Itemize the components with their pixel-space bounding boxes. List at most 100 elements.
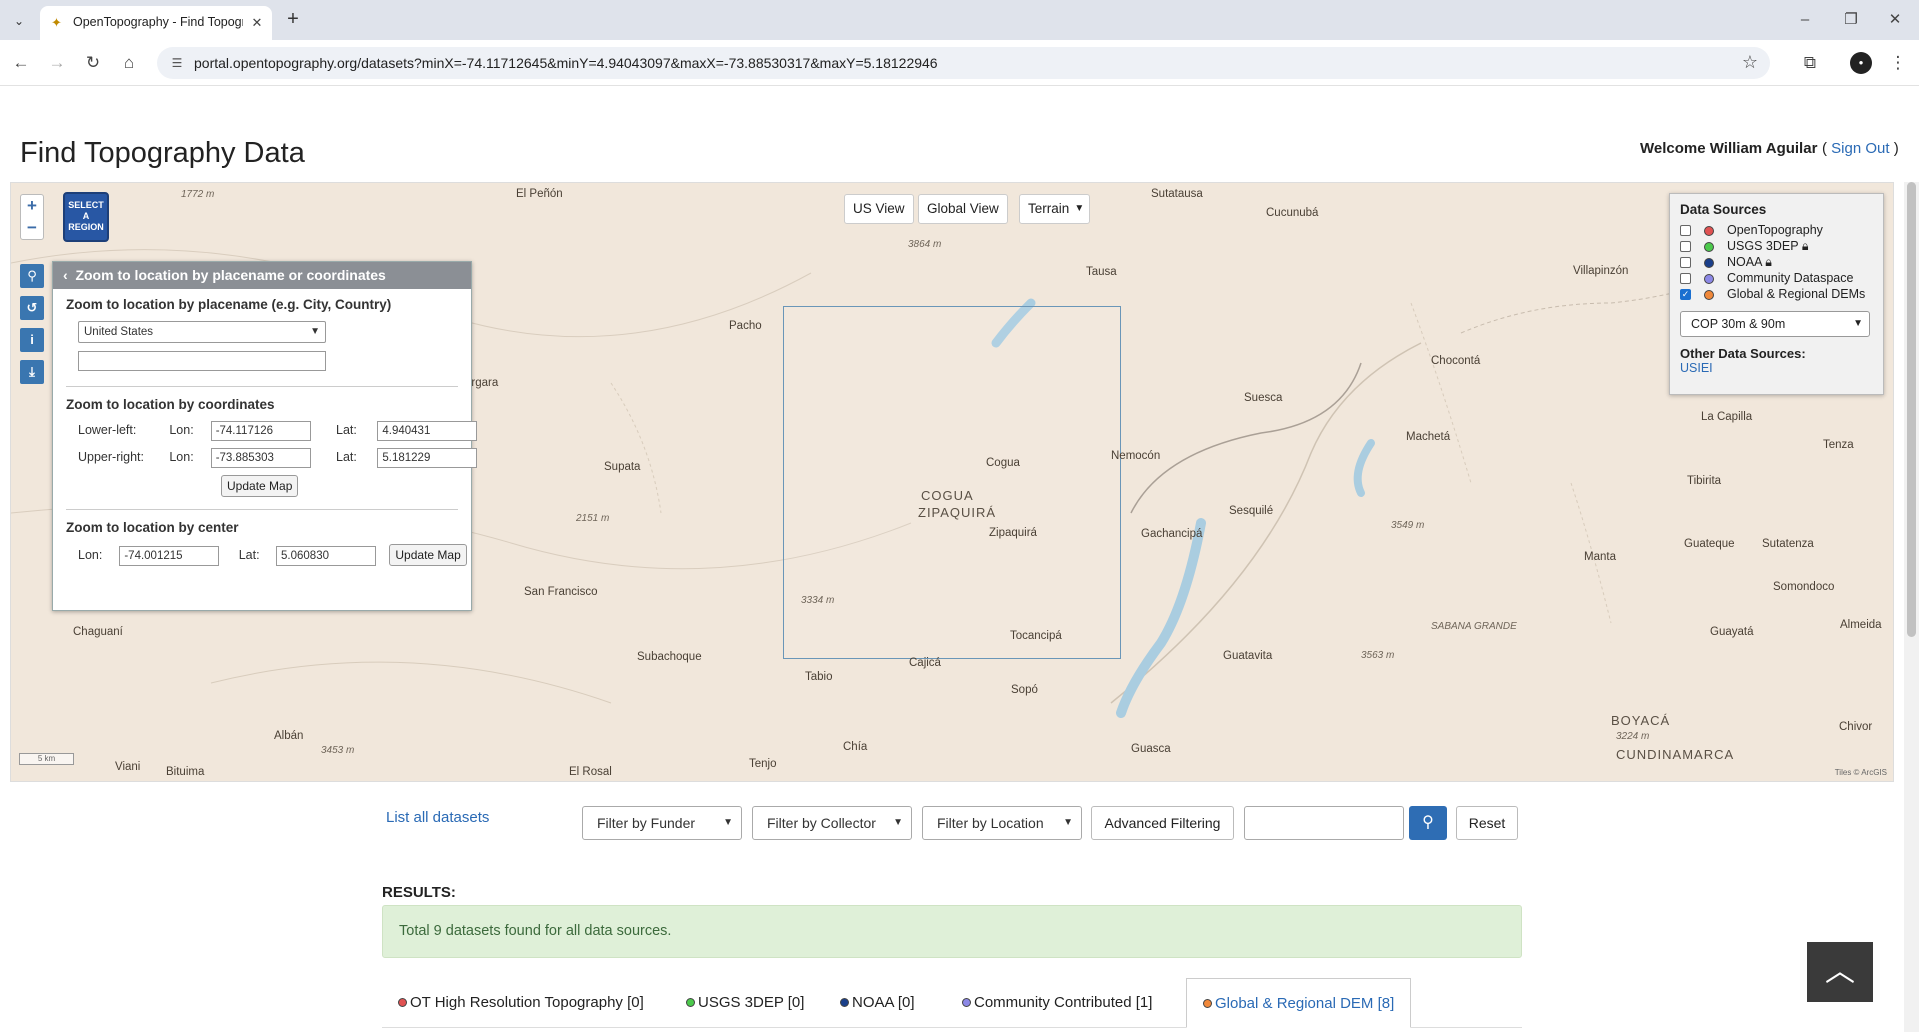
download-icon[interactable]: ⤓ — [20, 360, 44, 384]
data-source-community[interactable]: Community Dataspace — [1680, 271, 1873, 287]
extensions-icon[interactable]: ⧉ — [1799, 52, 1821, 74]
map-label: Cajicá — [909, 657, 941, 669]
data-source-label: USGS 3DEP 🔒︎ — [1727, 239, 1808, 254]
minimize-icon[interactable]: – — [1790, 8, 1820, 32]
location-pin-icon[interactable]: ⚲ — [20, 264, 44, 288]
usiei-link[interactable]: USIEI — [1680, 361, 1873, 375]
filter-by-collector-select[interactable]: Filter by Collector ▼ — [752, 806, 912, 840]
dataset-search-input[interactable] — [1244, 806, 1404, 840]
history-icon[interactable]: ↺ — [20, 296, 44, 320]
terrain-select[interactable]: Terrain ▼ — [1019, 194, 1091, 224]
elevation-label: 3224 m — [1616, 731, 1650, 742]
map-label: Gachancipá — [1141, 528, 1203, 540]
filter-by-funder-select[interactable]: Filter by Funder ▼ — [582, 806, 742, 840]
placename-input[interactable] — [78, 351, 326, 371]
zoom-panel-header[interactable]: ‹ Zoom to location by placename or coord… — [53, 262, 471, 289]
chevron-down-icon: ▼ — [1063, 817, 1073, 828]
browser-tab-bar: ⌄ ✦ OpenTopography - Find Topography ✕ +… — [0, 0, 1919, 40]
data-source-noaa[interactable]: NOAA 🔒︎ — [1680, 255, 1873, 271]
window-close-icon[interactable]: ✕ — [1880, 8, 1910, 32]
new-tab-icon[interactable]: + — [282, 9, 304, 31]
data-source-checkbox[interactable] — [1680, 257, 1691, 268]
select-region-button[interactable]: SELECT A REGION — [63, 192, 109, 242]
browser-menu-icon[interactable]: ⋮ — [1887, 52, 1909, 74]
info-icon[interactable]: i — [20, 328, 44, 352]
advanced-filtering-button[interactable]: Advanced Filtering — [1091, 806, 1234, 840]
dem-select[interactable]: COP 30m & 90m ▼ — [1680, 311, 1870, 337]
forward-icon[interactable]: → — [46, 52, 68, 74]
bookmark-star-icon[interactable]: ☆ — [1742, 52, 1758, 73]
center-heading: Zoom to location by center — [66, 520, 239, 535]
reset-button[interactable]: Reset — [1456, 806, 1518, 840]
address-bar[interactable]: ☰ portal.opentopography.org/datasets?min… — [157, 47, 1770, 79]
zoom-out-icon[interactable]: − — [21, 217, 43, 239]
data-source-checkbox[interactable] — [1680, 273, 1691, 284]
tab-noaa[interactable]: NOAA [0] — [840, 978, 915, 1028]
lock-icon: 🔒︎ — [1801, 239, 1809, 253]
signout-wrapper: ( Sign Out ) — [1822, 140, 1899, 157]
zoom-in-icon[interactable]: + — [21, 195, 43, 217]
back-icon[interactable]: ← — [10, 52, 32, 74]
signout-paren-close: ) — [1889, 140, 1899, 157]
scrollbar-thumb[interactable] — [1907, 182, 1916, 637]
data-source-opentopography[interactable]: OpenTopography — [1680, 223, 1873, 239]
tab-search-icon[interactable]: ⌄ — [8, 10, 30, 32]
elevation-label: 3563 m — [1361, 650, 1395, 661]
data-source-checkbox[interactable] — [1680, 241, 1691, 252]
data-source-checkbox-checked[interactable]: ✓ — [1680, 289, 1691, 300]
placename-heading: Zoom to location by placename (e.g. City… — [66, 297, 392, 312]
search-icon[interactable]: ⚲ — [1409, 806, 1447, 840]
filter-by-location-select[interactable]: Filter by Location ▼ — [922, 806, 1082, 840]
page-scrollbar[interactable] — [1904, 182, 1919, 1032]
results-tabs: OT High Resolution Topography [0] USGS 3… — [382, 978, 1522, 1028]
browser-tab[interactable]: ✦ OpenTopography - Find Topography ✕ — [40, 6, 272, 40]
results-summary: Total 9 datasets found for all data sour… — [382, 905, 1522, 958]
tab-title: OpenTopography - Find Topography — [73, 15, 243, 29]
tab-global-regional-dem[interactable]: Global & Regional DEM [8] — [1186, 978, 1412, 1028]
lower-left-lon-input[interactable]: -74.117126 — [210, 421, 311, 441]
home-icon[interactable]: ⌂ — [118, 52, 140, 74]
data-source-checkbox[interactable] — [1680, 225, 1691, 236]
selection-box[interactable] — [783, 306, 1121, 659]
data-source-text: NOAA — [1727, 255, 1762, 269]
lower-left-lat-input[interactable]: 4.940431 — [377, 421, 478, 441]
data-source-usgs-3dep[interactable]: USGS 3DEP 🔒︎ — [1680, 239, 1873, 255]
us-view-button[interactable]: US View — [844, 194, 914, 224]
upper-right-lon-input[interactable]: -73.885303 — [210, 448, 311, 468]
region-label: COGUA — [921, 488, 974, 503]
elevation-label: 3549 m — [1391, 520, 1425, 531]
legend-dot — [686, 998, 695, 1007]
country-select[interactable]: United States ▼ — [78, 321, 326, 343]
chevron-down-icon: ▼ — [310, 326, 320, 337]
list-all-datasets-link[interactable]: List all datasets — [386, 809, 489, 826]
update-map-center-button[interactable]: Update Map — [389, 544, 467, 566]
map-label: El Rosal — [569, 766, 612, 778]
tab-ot-high-resolution[interactable]: OT High Resolution Topography [0] — [398, 978, 644, 1028]
url-text[interactable]: portal.opentopography.org/datasets?minX=… — [194, 55, 938, 71]
scroll-to-top-icon[interactable]: ︿ — [1807, 942, 1873, 1002]
tab-usgs-3dep[interactable]: USGS 3DEP [0] — [686, 978, 804, 1028]
restore-icon[interactable]: ❐ — [1836, 8, 1866, 32]
lon-label: Lon: — [169, 450, 194, 464]
tab-community-contributed[interactable]: Community Contributed [1] — [962, 978, 1152, 1028]
close-tab-icon[interactable]: ✕ — [248, 14, 266, 32]
region-label: SABANA GRANDE — [1431, 621, 1517, 632]
tab-label: Global & Regional DEM [8] — [1215, 995, 1395, 1012]
map-view[interactable]: El Peñón Sutatausa Cucunubá Pacho Tausa … — [10, 182, 1894, 782]
profile-avatar[interactable]: ● — [1850, 52, 1872, 74]
data-source-global-regional[interactable]: ✓ Global & Regional DEMs — [1680, 287, 1873, 303]
welcome-text: Welcome William Aguilar — [1640, 140, 1818, 157]
tab-label: NOAA [0] — [852, 994, 915, 1011]
reload-icon[interactable]: ↻ — [82, 52, 104, 74]
data-source-label: OpenTopography — [1727, 223, 1823, 237]
center-lon-input[interactable]: -74.001215 — [119, 546, 220, 566]
update-map-button[interactable]: Update Map — [221, 475, 299, 497]
signout-paren-open: ( — [1822, 140, 1832, 157]
upper-right-lat-input[interactable]: 5.181229 — [377, 448, 478, 468]
site-info-icon[interactable]: ☰ — [168, 54, 186, 72]
signout-link[interactable]: Sign Out — [1831, 140, 1889, 157]
center-lat-input[interactable]: 5.060830 — [276, 546, 377, 566]
map-scale-bar: 5 km — [19, 753, 74, 765]
global-view-button[interactable]: Global View — [918, 194, 1008, 224]
collapse-chevron-icon[interactable]: ‹ — [63, 267, 68, 283]
